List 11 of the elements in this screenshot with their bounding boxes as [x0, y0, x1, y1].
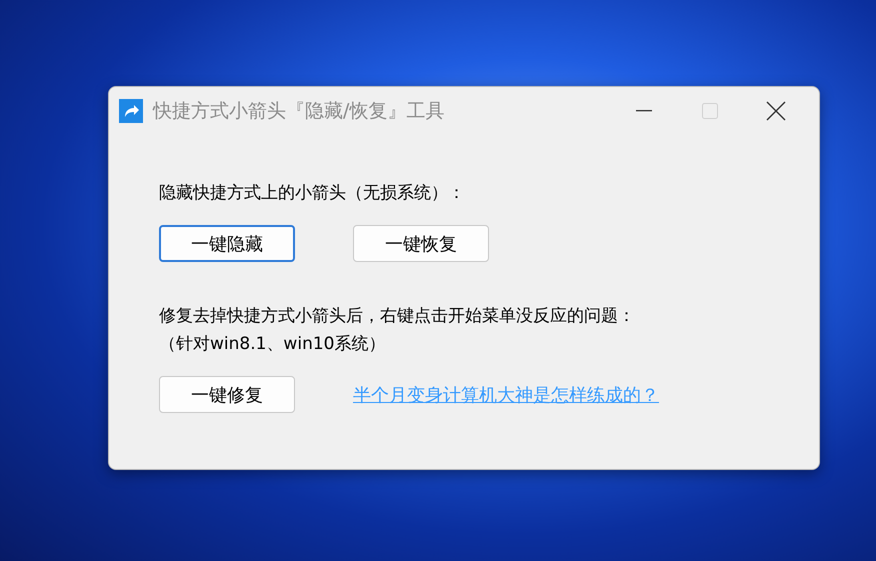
instruction-text: 隐藏快捷方式上的小箭头（无损系统）： — [159, 182, 466, 205]
minimize-icon — [636, 110, 652, 112]
close-icon — [766, 101, 786, 121]
app-icon — [119, 99, 143, 123]
action-button[interactable]: 一键隐藏 — [159, 225, 295, 262]
instruction-text: 修复去掉快捷方式小箭头后，右键点击开始菜单没反应的问题： — [159, 305, 636, 328]
instruction-text: （针对win8.1、win10系统） — [159, 333, 386, 356]
window-title: 快捷方式小箭头『隐藏/恢复』工具 — [153, 99, 446, 124]
action-button[interactable]: 一键修复 — [159, 376, 295, 413]
action-button[interactable]: 一键恢复 — [353, 225, 489, 262]
maximize-icon — [702, 103, 718, 119]
